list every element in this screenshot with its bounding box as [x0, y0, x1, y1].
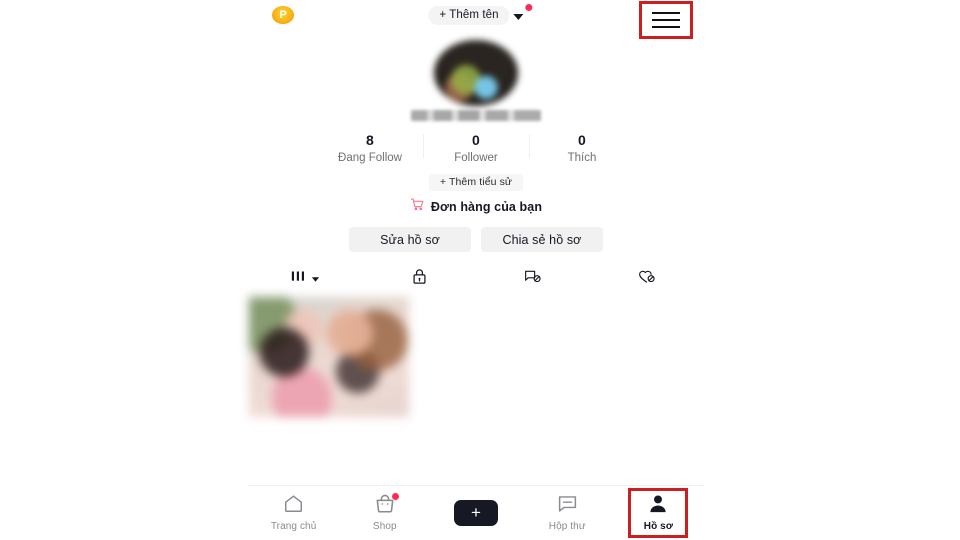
- tab-posts[interactable]: [248, 265, 362, 293]
- nav-inbox-label: Hộp thư: [548, 521, 586, 532]
- stat-label: Thích: [567, 152, 597, 164]
- content-tabs: [248, 265, 704, 293]
- edit-profile-button[interactable]: Sửa hồ sơ: [349, 227, 471, 252]
- nav-home[interactable]: Trang chủ: [248, 489, 339, 537]
- chevron-down-icon[interactable]: [513, 13, 524, 20]
- post-grid-empty: [409, 297, 703, 417]
- profile-stats: 8 Đang Follow 0 Follower 0 Thích: [248, 132, 704, 166]
- notification-dot-icon: [525, 4, 533, 11]
- shopping-cart-icon: [410, 198, 425, 216]
- p-coin-icon[interactable]: P: [272, 6, 294, 24]
- stat-count: 8: [366, 132, 374, 148]
- your-orders-label: Đơn hàng của bạn: [430, 200, 543, 214]
- stat-following[interactable]: 8 Đang Follow: [317, 132, 423, 166]
- stat-label: Đang Follow: [338, 152, 402, 164]
- nav-home-label: Trang chủ: [270, 521, 317, 532]
- tab-reposts[interactable]: [476, 265, 590, 293]
- nav-inbox[interactable]: Hộp thư: [522, 489, 613, 537]
- nav-shop-label: Shop: [372, 521, 397, 532]
- nav-create[interactable]: +: [430, 489, 521, 537]
- grid-bars-icon: [291, 270, 306, 288]
- hamburger-menu-icon[interactable]: [639, 1, 693, 39]
- bottom-nav: Trang chủ Shop + Hộp thư Hồ sơ: [248, 486, 704, 540]
- nav-shop[interactable]: Shop: [339, 489, 430, 537]
- add-bio-chip[interactable]: + Thêm tiểu sử: [428, 174, 524, 191]
- plus-create-icon[interactable]: +: [450, 500, 502, 526]
- person-icon: [648, 494, 668, 518]
- nav-profile-inner: Hồ sơ: [644, 494, 673, 532]
- menu-line: [652, 19, 680, 21]
- plus-glyph: +: [471, 502, 481, 522]
- shop-badge-dot-icon: [391, 493, 399, 500]
- chevron-down-icon: [311, 270, 320, 288]
- add-name-control[interactable]: + Thêm tên: [428, 4, 533, 25]
- menu-line: [652, 26, 680, 28]
- lock-icon: [412, 268, 427, 290]
- username-label: [411, 110, 541, 121]
- inbox-message-icon: [557, 494, 578, 518]
- stat-count: 0: [578, 132, 586, 148]
- nav-profile-label: Hồ sơ: [643, 521, 674, 532]
- stat-followers[interactable]: 0 Follower: [423, 132, 529, 166]
- post-grid: [248, 297, 704, 417]
- avatar[interactable]: [434, 40, 518, 106]
- phone-viewport: P + Thêm tên 8 Đang Follow 0 Follower 0 …: [248, 0, 704, 540]
- stat-count: 0: [472, 132, 480, 148]
- stat-likes[interactable]: 0 Thích: [529, 132, 635, 166]
- home-icon: [283, 494, 304, 518]
- add-name-chip[interactable]: + Thêm tên: [428, 6, 510, 25]
- repost-crossed-icon: [524, 269, 542, 290]
- share-profile-button[interactable]: Chia sẻ hồ sơ: [481, 227, 603, 252]
- tab-liked[interactable]: [590, 265, 704, 293]
- nav-profile[interactable]: Hồ sơ: [613, 488, 704, 538]
- your-orders-link[interactable]: Đơn hàng của bạn: [248, 198, 704, 216]
- profile-header: [248, 40, 704, 121]
- menu-line: [652, 12, 680, 14]
- p-coin-label: P: [279, 8, 287, 21]
- stat-label: Follower: [454, 152, 498, 164]
- post-thumbnail[interactable]: [249, 297, 409, 417]
- tab-private[interactable]: [362, 265, 476, 293]
- profile-actions: Sửa hồ sơ Chia sẻ hồ sơ: [248, 227, 704, 252]
- top-bar: P + Thêm tên: [248, 0, 704, 40]
- heart-crossed-icon: [638, 269, 656, 290]
- screenshot-root: P + Thêm tên 8 Đang Follow 0 Follower 0 …: [0, 0, 960, 540]
